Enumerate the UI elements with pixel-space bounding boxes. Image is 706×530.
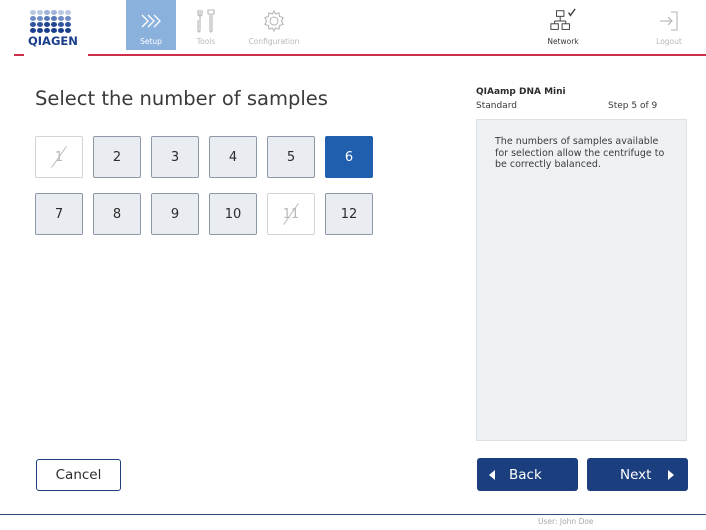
protocol-name: QIAamp DNA Mini xyxy=(476,87,566,97)
sample-count-button-8[interactable]: 8 xyxy=(93,193,141,235)
logo-dot xyxy=(65,22,71,27)
sample-count-label: 10 xyxy=(224,206,242,222)
nav-configuration[interactable]: Configuration xyxy=(236,0,312,50)
sample-count-button-11: 11 xyxy=(267,193,315,235)
sample-count-button-9[interactable]: 9 xyxy=(151,193,199,235)
logo-dot xyxy=(30,10,36,15)
page-title: Select the number of samples xyxy=(35,87,328,110)
next-button-label: Next xyxy=(620,466,652,483)
sample-count-button-2[interactable]: 2 xyxy=(93,136,141,178)
sample-count-button-3[interactable]: 3 xyxy=(151,136,199,178)
sample-count-label: 8 xyxy=(112,206,122,222)
logo-dot xyxy=(44,22,50,27)
header-divider-left xyxy=(14,54,24,56)
cancel-button[interactable]: Cancel xyxy=(36,459,121,491)
nav-logout[interactable]: Logout xyxy=(644,0,694,50)
sample-count-label: 7 xyxy=(54,206,64,222)
nav-configuration-label: Configuration xyxy=(248,37,300,46)
back-button[interactable]: Back xyxy=(477,458,578,491)
logo-dot xyxy=(37,22,43,27)
logo-dot xyxy=(65,28,71,33)
logo-dot xyxy=(30,16,36,21)
setup-chevrons-icon xyxy=(137,7,165,35)
logo-dots xyxy=(30,10,86,33)
nav-logout-label: Logout xyxy=(656,37,682,46)
sample-count-button-6[interactable]: 6 xyxy=(325,136,373,178)
logo-dot xyxy=(65,10,71,15)
info-text: The numbers of samples available for sel… xyxy=(495,136,665,170)
sample-count-button-7[interactable]: 7 xyxy=(35,193,83,235)
logo-dot xyxy=(51,16,57,21)
sample-count-label: 5 xyxy=(286,149,296,165)
footer-divider xyxy=(0,514,706,515)
sample-count-label: 4 xyxy=(228,149,238,165)
nav-tools-label: Tools xyxy=(196,37,216,46)
current-user-label: User: John Doe xyxy=(538,517,594,526)
sample-count-button-1: 1 xyxy=(35,136,83,178)
logo-dot xyxy=(58,10,64,15)
logo-dot xyxy=(37,10,43,15)
logo-dot xyxy=(30,22,36,27)
next-arrow-icon xyxy=(668,469,675,480)
sample-count-label: 9 xyxy=(170,206,180,222)
logo-dot xyxy=(65,16,71,21)
logo-dot xyxy=(58,22,64,27)
logo-dot xyxy=(37,28,43,33)
logo-dot xyxy=(51,10,57,15)
nav-network[interactable]: Network xyxy=(538,0,588,50)
logo-dot xyxy=(44,28,50,33)
logo-dot xyxy=(37,16,43,21)
back-arrow-icon xyxy=(489,469,495,480)
logo-dot xyxy=(30,28,36,33)
header-divider xyxy=(88,54,706,56)
sample-count-button-10[interactable]: 10 xyxy=(209,193,257,235)
sample-count-label: 3 xyxy=(170,149,180,165)
next-button[interactable]: Next xyxy=(587,458,688,491)
info-panel: The numbers of samples available for sel… xyxy=(476,119,687,441)
logo-dot xyxy=(44,10,50,15)
logo-dot xyxy=(51,28,57,33)
logo-dot xyxy=(58,16,64,21)
nav-tools[interactable]: Tools xyxy=(186,0,226,50)
sample-count-label: 2 xyxy=(112,149,122,165)
protocol-mode: Standard xyxy=(476,101,517,111)
network-connected-icon xyxy=(549,7,577,35)
sample-count-button-4[interactable]: 4 xyxy=(209,136,257,178)
logo-dot xyxy=(44,16,50,21)
logo-dot xyxy=(51,22,57,27)
nav-network-label: Network xyxy=(547,37,579,46)
qiagen-logo: QIAGEN xyxy=(28,10,86,56)
sample-count-button-12[interactable]: 12 xyxy=(325,193,373,235)
sample-count-button-5[interactable]: 5 xyxy=(267,136,315,178)
tools-icon xyxy=(192,7,220,35)
logout-icon xyxy=(655,7,683,35)
back-button-label: Back xyxy=(509,466,542,483)
sample-count-label: 6 xyxy=(344,149,354,165)
step-indicator: Step 5 of 9 xyxy=(608,101,658,111)
nav-setup-label: Setup xyxy=(140,37,162,46)
nav-setup[interactable]: Setup xyxy=(126,0,176,50)
app-header: QIAGEN Setup Tools Configuration Network… xyxy=(0,0,706,56)
configuration-gear-icon xyxy=(260,7,288,35)
logo-dot xyxy=(58,28,64,33)
logo-text: QIAGEN xyxy=(28,34,78,48)
sample-count-label: 12 xyxy=(340,206,358,222)
